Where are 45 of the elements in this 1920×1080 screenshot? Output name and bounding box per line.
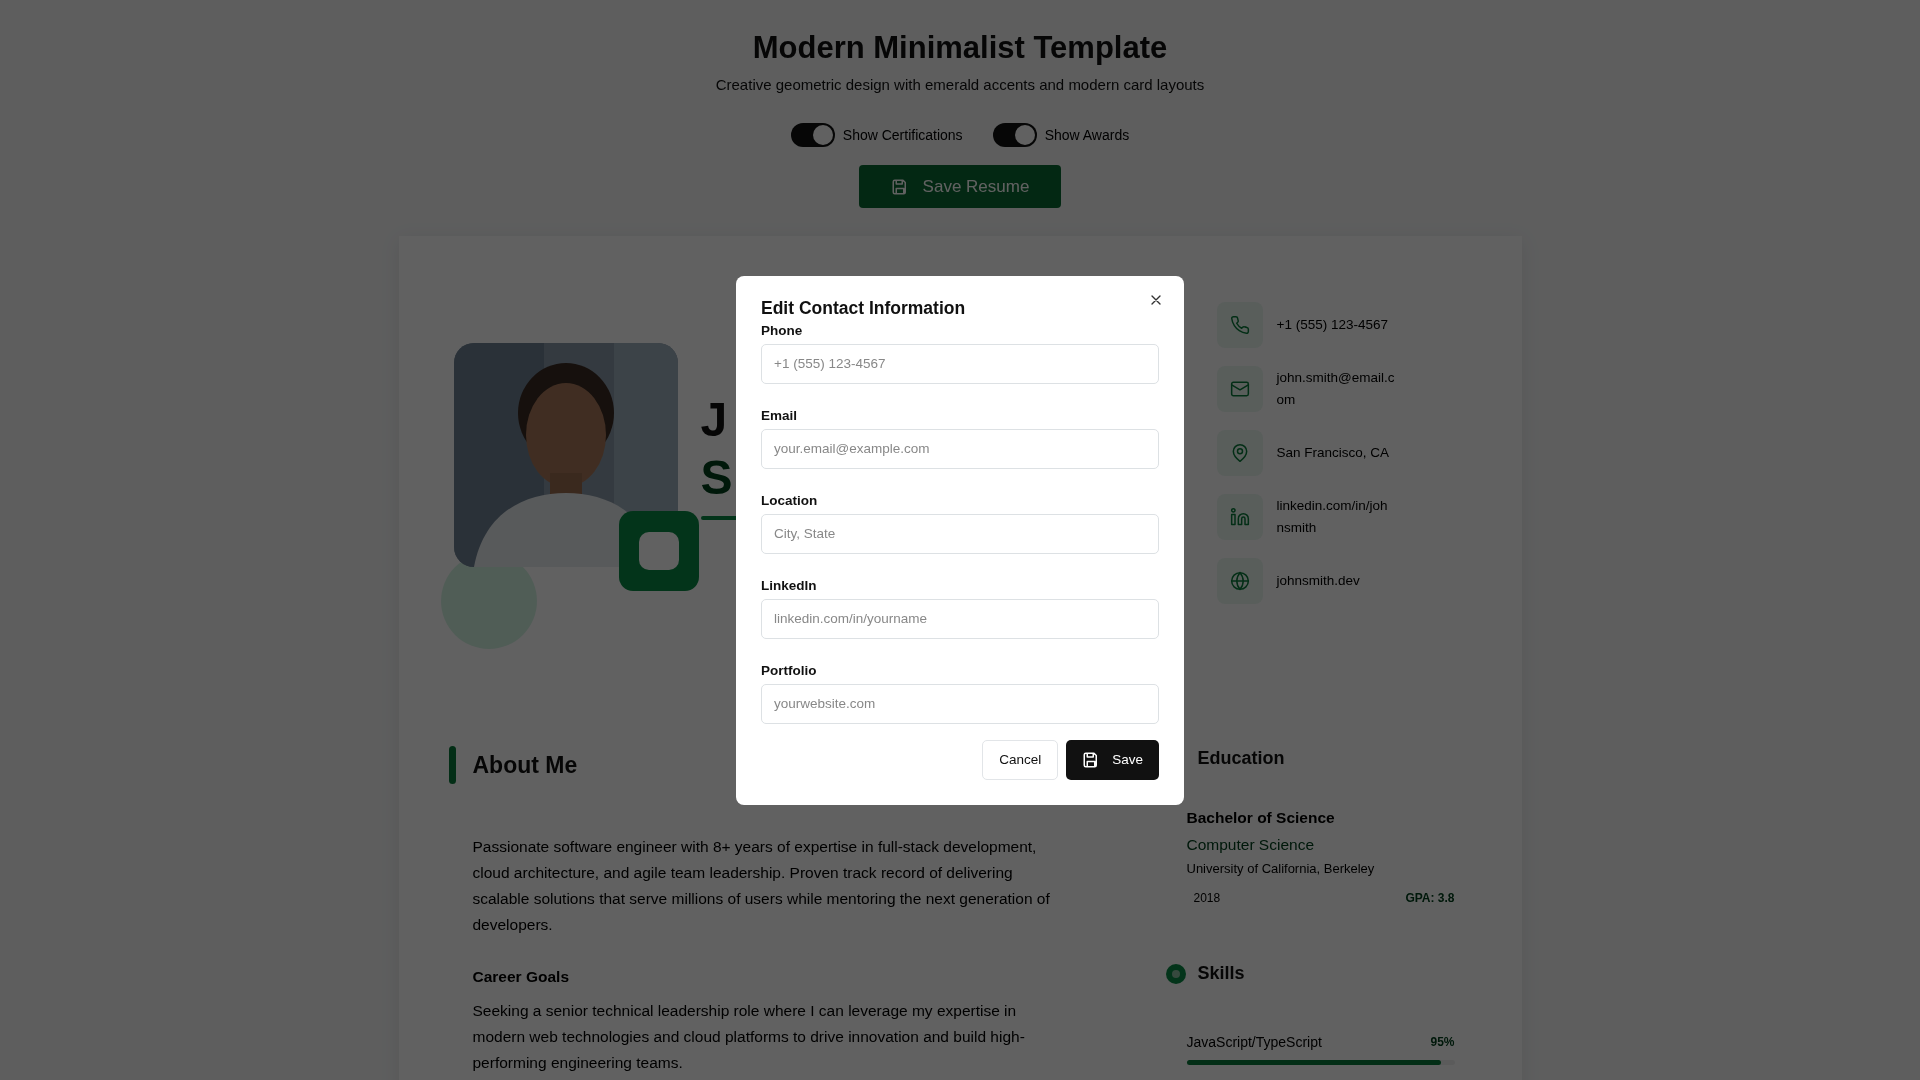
phone-icon [1229, 315, 1250, 335]
toggle-switch[interactable] [790, 123, 835, 147]
job-title: S [700, 449, 734, 506]
contact-text: linkedin.com/in/johnsmith [1276, 497, 1389, 537]
gpa-text: GPA: 3.8 [1405, 891, 1455, 905]
toggle-label: Show Awards [1044, 127, 1130, 143]
goals-paragraph: Seeking a senior technical leadership role where I can leverage my expertise in modern web technologies and cloud platforms to drive innovation and build high-performing engineering teams. [472, 1001, 1026, 1073]
input-field[interactable]: yourwebsite.com [761, 683, 1159, 724]
page-title: Modern Minimalist Template [752, 30, 1168, 66]
social-network-icon [1229, 507, 1250, 527]
field-label: Phone [761, 322, 804, 338]
about-paragraph: Passionate software engineer with 8+ years of expertise in full-stack development, cloud architecture, and agile team leadership. Proven track record of delivering scalable solutions that serve millions of users while mentoring the next generation of developers. [472, 837, 1051, 935]
field-label: LinkedIn [761, 577, 818, 593]
toggle-label: Show Certifications [842, 127, 963, 143]
person-name: J [700, 392, 729, 448]
save-button[interactable]: Save [1066, 739, 1159, 780]
toggle-switch[interactable] [992, 123, 1037, 147]
input-field[interactable]: City, State [761, 513, 1159, 554]
field-label: Location [761, 492, 819, 508]
field-label: Portfolio [761, 662, 818, 678]
contact-text: San Francisco, CA [1276, 444, 1391, 463]
contact-text: +1 (555) 123-4567 [1276, 316, 1389, 335]
dialog-title: Edit Contact Information [761, 297, 967, 319]
globe-icon [1229, 571, 1250, 591]
subsection-title: Career Goals [472, 968, 570, 986]
section-marker [448, 746, 456, 784]
field-of-study: Computer Science [1186, 836, 1315, 854]
field-label: Email [761, 407, 799, 423]
input-field[interactable]: +1 (555) 123-4567 [761, 343, 1159, 384]
skills-icon [1165, 963, 1186, 984]
skill-name: JavaScript/TypeScript [1186, 1034, 1322, 1050]
section-title: Skills [1197, 963, 1245, 984]
section-title: About Me [472, 751, 578, 779]
input-field[interactable]: your.email@example.com [761, 428, 1159, 469]
page-subtitle: Creative geometric design with emerald accents and modern card layouts [715, 76, 1205, 93]
section-title: Education [1197, 748, 1286, 769]
school-name: University of California, Berkeley [1186, 861, 1376, 876]
contact-text: johnsmith.dev [1276, 572, 1361, 591]
save-icon [890, 177, 909, 196]
contact-text: john.smith@email.com [1276, 369, 1395, 409]
input-field[interactable]: linkedin.com/in/yourname [761, 598, 1159, 639]
degree-title: Bachelor of Science [1186, 809, 1336, 827]
cancel-button[interactable]: Cancel [982, 739, 1059, 780]
skill-percent: 95% [1430, 1035, 1455, 1049]
mail-icon [1229, 379, 1250, 399]
